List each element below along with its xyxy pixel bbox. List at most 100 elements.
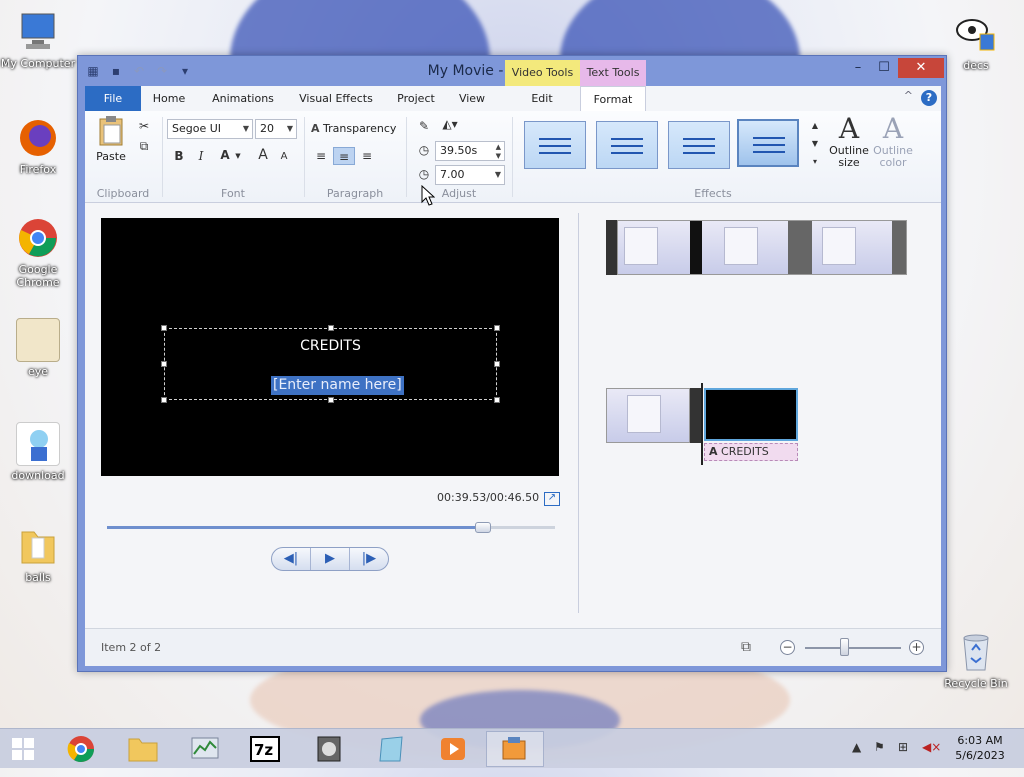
taskbar-movie-maker[interactable]	[486, 731, 544, 767]
recycle-bin-icon	[954, 630, 998, 674]
paste-button[interactable]: Paste	[93, 115, 129, 173]
resize-handle[interactable]	[328, 325, 334, 331]
previous-frame-button[interactable]: ◀|	[272, 548, 311, 570]
font-family-select[interactable]: Segoe UI ▼	[167, 119, 253, 139]
storyboard-clip-credits[interactable]	[704, 388, 798, 441]
zoom-out-button[interactable]: −	[780, 640, 795, 655]
start-button[interactable]	[0, 731, 46, 767]
align-left-button[interactable]: ≡	[311, 147, 331, 165]
effect-option-fly-left[interactable]	[596, 121, 658, 169]
desktop-icon-balls[interactable]: balls	[0, 524, 76, 584]
start-time-input[interactable]: 39.50s ▲ ▼	[435, 141, 505, 161]
taskbar-notepad[interactable]	[362, 731, 420, 767]
seek-bar[interactable]	[107, 522, 555, 533]
volume-muted-icon[interactable]: ◀×	[922, 740, 941, 754]
spinner-icon[interactable]: ▲ ▼	[496, 143, 501, 161]
zoom-slider-thumb[interactable]	[840, 638, 850, 656]
resize-handle[interactable]	[161, 397, 167, 403]
effect-option-fly-up[interactable]	[737, 119, 799, 167]
taskbar-chrome[interactable]	[52, 731, 110, 767]
duration-select[interactable]: 7.00 ▼	[435, 165, 505, 185]
effect-option-fly-right[interactable]	[668, 121, 730, 169]
desktop-icon-eye[interactable]: eye	[0, 318, 76, 378]
tab-edit[interactable]: Edit	[505, 86, 579, 111]
resize-handle[interactable]	[494, 325, 500, 331]
taskbar-7zip[interactable]: 7z	[236, 731, 294, 767]
desktop-icon-my-computer[interactable]: My Computer	[0, 10, 76, 70]
seek-bar-thumb[interactable]	[475, 522, 492, 533]
play-button[interactable]: ▶	[311, 548, 350, 570]
seek-bar-fill	[107, 526, 484, 529]
zoom-in-button[interactable]: +	[909, 640, 924, 655]
tab-view[interactable]: View	[451, 86, 493, 111]
taskbar-media-player[interactable]	[424, 731, 482, 767]
resize-handle[interactable]	[161, 361, 167, 367]
taskbar-task-manager[interactable]	[176, 731, 234, 767]
show-hidden-icons[interactable]: ▲	[852, 740, 861, 754]
caption-title-text[interactable]: CREDITS	[165, 338, 496, 354]
desktop-icon-chrome[interactable]: Google Chrome	[0, 216, 76, 289]
collapse-ribbon-icon[interactable]: ^	[904, 89, 913, 102]
resize-handle[interactable]	[161, 325, 167, 331]
resize-handle[interactable]	[494, 361, 500, 367]
font-color-arrow-icon[interactable]: ▼	[233, 147, 243, 165]
taskbar-media-app[interactable]	[300, 731, 358, 767]
video-preview[interactable]: CREDITS [Enter name here]	[101, 218, 559, 476]
background-color-icon[interactable]: ◭▾	[437, 115, 463, 133]
tab-file[interactable]: File	[85, 86, 141, 111]
start-time-icon: ◷	[418, 143, 430, 157]
close-button[interactable]: ✕	[898, 58, 944, 78]
tab-home[interactable]: Home	[143, 86, 195, 111]
italic-button[interactable]: I	[193, 147, 209, 165]
storyboard-caption-tag[interactable]: A CREDITS	[704, 443, 798, 461]
pane-splitter[interactable]	[578, 213, 579, 613]
ribbon-tab-row: File Home Animations Visual Effects Proj…	[85, 86, 941, 111]
storyboard-view-icon[interactable]: ⧉	[741, 639, 751, 655]
grow-font-button[interactable]: A	[255, 146, 271, 164]
resize-handle[interactable]	[494, 397, 500, 403]
text-color-icon[interactable]: ✎	[415, 117, 433, 135]
help-icon[interactable]: ?	[921, 90, 937, 106]
tab-format[interactable]: Format	[580, 86, 646, 111]
tab-animations[interactable]: Animations	[205, 86, 281, 111]
font-size-select[interactable]: 20 ▼	[255, 119, 297, 139]
effect-option-scroll[interactable]	[524, 121, 586, 169]
desktop-icon-label: Google Chrome	[16, 263, 60, 289]
tab-visual-effects[interactable]: Visual Effects	[292, 86, 380, 111]
chrome-icon	[67, 736, 95, 763]
bold-button[interactable]: B	[171, 147, 187, 165]
desktop-icon-recycle-bin[interactable]: Recycle Bin	[938, 630, 1014, 690]
start-time-value: 39.50s	[440, 144, 478, 157]
minimize-button[interactable]: –	[845, 58, 871, 78]
storyboard-clip-1-continued[interactable]	[606, 388, 690, 443]
cut-icon[interactable]: ✂	[135, 117, 153, 135]
tab-project[interactable]: Project	[391, 86, 441, 111]
shrink-font-button[interactable]: A	[277, 148, 291, 166]
desktop-icon-firefox[interactable]: Firefox	[0, 116, 76, 176]
fullscreen-preview-icon[interactable]: ↗	[544, 492, 560, 506]
zoom-slider[interactable]	[805, 647, 901, 649]
copy-icon[interactable]: ⧉	[135, 137, 153, 155]
font-color-button[interactable]: A	[217, 146, 233, 164]
maximize-button[interactable]: ☐	[871, 58, 897, 78]
taskbar-file-explorer[interactable]	[114, 731, 172, 767]
taskbar-clock[interactable]: 6:03 AM 5/6/2023	[950, 733, 1010, 763]
outline-color-label: Outline color	[873, 144, 913, 169]
align-center-button[interactable]: ≡	[333, 147, 355, 165]
caption-selection-box[interactable]: CREDITS [Enter name here]	[161, 325, 500, 403]
title-bar[interactable]: ▦ ▪ ↶ ↷ ▾ My Movie - Movie Maker Video T…	[78, 56, 946, 86]
caption-name-text-selected[interactable]: [Enter name here]	[271, 376, 404, 395]
resize-handle[interactable]	[328, 397, 334, 403]
gallery-scroll-icon[interactable]: ▲ ▼ ▾	[809, 117, 821, 166]
storyboard-clip-1[interactable]	[617, 220, 907, 275]
desktop-icon-decs[interactable]: decs	[938, 12, 1014, 72]
network-icon[interactable]: ⊞	[898, 740, 908, 754]
duration-value: 7.00	[440, 168, 465, 181]
outline-size-button[interactable]: A Outline size	[827, 113, 871, 169]
outline-color-button[interactable]: A Outline color	[871, 113, 915, 169]
action-center-flag-icon[interactable]: ⚑	[874, 740, 885, 754]
desktop-icon-download[interactable]: download	[0, 422, 76, 482]
next-frame-button[interactable]: |▶	[350, 548, 388, 570]
transparency-button[interactable]: A Transparency	[311, 119, 396, 139]
align-right-button[interactable]: ≡	[357, 147, 377, 165]
